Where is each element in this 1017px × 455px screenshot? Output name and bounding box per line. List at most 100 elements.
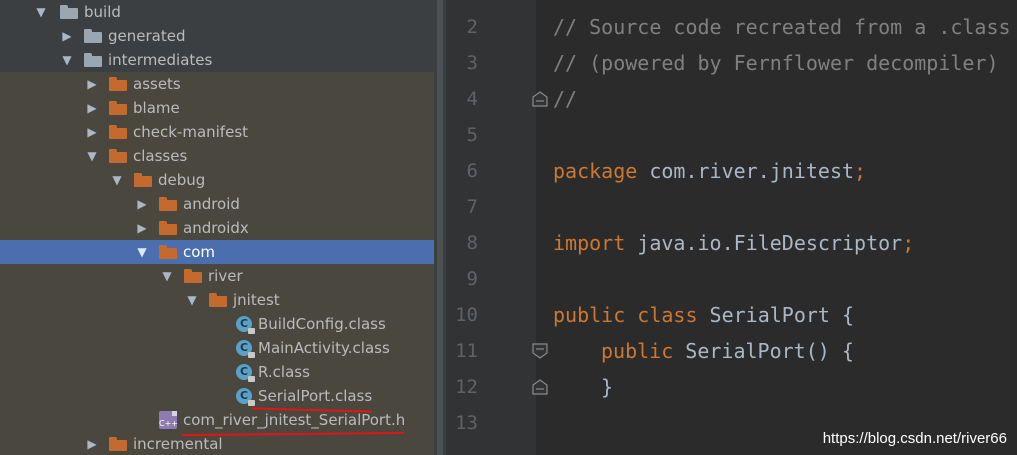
tree-item-label: intermediates: [108, 51, 213, 69]
tree-item-jnitest[interactable]: ▼ jnitest: [0, 288, 434, 312]
tree-item-check-manifest[interactable]: ▶ check-manifest: [0, 120, 434, 144]
tree-item-label: blame: [133, 99, 180, 117]
folder-icon: [159, 221, 177, 235]
tree-item-generated[interactable]: ▶ generated: [0, 24, 434, 48]
tree-item-mainactivity-class[interactable]: C MainActivity.class: [0, 336, 434, 360]
collapse-arrow-icon[interactable]: ▶: [85, 432, 99, 455]
folder-icon: [109, 101, 127, 115]
folder-icon: [60, 5, 78, 19]
code-line: 9: [446, 261, 1017, 297]
folder-icon: [159, 197, 177, 211]
tree-item-label: classes: [133, 147, 188, 165]
expand-arrow-icon[interactable]: ▼: [135, 240, 149, 264]
code-text: import java.io.FileDescriptor;: [553, 231, 915, 255]
tree-item-label: R.class: [258, 363, 310, 381]
tree-item-label: build: [84, 3, 121, 21]
class-icon: C: [236, 364, 255, 382]
folder-icon: [109, 77, 127, 91]
tree-item-build[interactable]: ▼ build: [0, 0, 434, 24]
tree-item-assets[interactable]: ▶ assets: [0, 72, 434, 96]
line-number: 8: [466, 232, 478, 254]
tree-item-r-class[interactable]: C R.class: [0, 360, 434, 384]
line-number: 2: [466, 16, 478, 38]
class-icon: C: [236, 316, 255, 334]
line-number: 4: [466, 88, 478, 110]
expand-arrow-icon[interactable]: ▼: [110, 168, 124, 192]
code-line: 6 package com.river.jnitest;: [446, 153, 1017, 189]
tree-item-label: river: [208, 267, 243, 285]
line-number: 5: [466, 124, 478, 146]
collapse-arrow-icon[interactable]: ▶: [85, 72, 99, 96]
expand-arrow-icon[interactable]: ▼: [34, 0, 48, 24]
line-number: 12: [455, 376, 478, 398]
code-line: 7: [446, 189, 1017, 225]
folder-icon: [209, 293, 227, 307]
collapse-arrow-icon[interactable]: ▶: [85, 96, 99, 120]
code-line: 3 // (powered by Fernflower decompiler): [446, 45, 1017, 81]
code-line: 2 // Source code recreated from a .class: [446, 9, 1017, 45]
folder-icon: [84, 29, 102, 43]
code-editor[interactable]: 2 // Source code recreated from a .class…: [446, 0, 1017, 455]
tree-item-label: check-manifest: [133, 123, 249, 141]
expand-arrow-icon[interactable]: ▼: [60, 48, 74, 72]
line-number: 3: [466, 52, 478, 74]
code-line: 10 public class SerialPort {: [446, 297, 1017, 333]
folder-icon: [109, 125, 127, 139]
panel-splitter[interactable]: [434, 0, 446, 455]
fold-end-icon[interactable]: [532, 91, 548, 107]
lock-icon: [248, 376, 255, 382]
folder-icon: [109, 437, 127, 451]
folder-icon: [109, 149, 127, 163]
tree-item-river[interactable]: ▼ river: [0, 264, 434, 288]
code-text: public class SerialPort {: [553, 303, 855, 327]
tree-item-label: com: [183, 243, 216, 261]
tree-item-classes[interactable]: ▼ classes: [0, 144, 434, 168]
tree-item-android[interactable]: ▶ android: [0, 192, 434, 216]
tree-item-label: generated: [108, 27, 186, 45]
tree-item-debug[interactable]: ▼ debug: [0, 168, 434, 192]
code-line: 4 //: [446, 81, 1017, 117]
tree-item-label: MainActivity.class: [258, 339, 390, 357]
tree-item-blame[interactable]: ▶ blame: [0, 96, 434, 120]
cpp-header-icon: C++: [159, 411, 178, 429]
collapse-arrow-icon[interactable]: ▶: [135, 192, 149, 216]
line-number: 6: [466, 160, 478, 182]
folder-icon: [184, 269, 202, 283]
expand-arrow-icon[interactable]: ▼: [185, 288, 199, 312]
tree-item-androidx[interactable]: ▶ androidx: [0, 216, 434, 240]
watermark: https://blog.csdn.net/river66: [822, 430, 1007, 447]
line-number: 10: [455, 304, 478, 326]
tree-item-label: BuildConfig.class: [258, 315, 386, 333]
lock-icon: [248, 400, 255, 406]
tree-item-label: assets: [133, 75, 181, 93]
tree-item-buildconfig-class[interactable]: C BuildConfig.class: [0, 312, 434, 336]
tree-item-serialport-class[interactable]: C SerialPort.class: [0, 384, 434, 408]
class-icon: C: [236, 340, 255, 358]
tree-item-intermediates[interactable]: ▼ intermediates: [0, 48, 434, 72]
code-line: 5: [446, 117, 1017, 153]
line-number: 11: [455, 340, 478, 362]
code-text: package com.river.jnitest;: [553, 159, 867, 183]
code-text: }: [601, 375, 614, 399]
fold-end-icon[interactable]: [532, 379, 548, 395]
code-line: 11 public SerialPort() {: [446, 333, 1017, 369]
expand-arrow-icon[interactable]: ▼: [160, 264, 174, 288]
tree-item-label: android: [183, 195, 240, 213]
code-text: //: [553, 87, 578, 111]
tree-item-label: SerialPort.class: [258, 387, 373, 405]
line-number: 13: [455, 412, 478, 434]
tree-item-label: debug: [158, 171, 206, 189]
collapse-arrow-icon[interactable]: ▶: [85, 120, 99, 144]
collapse-arrow-icon[interactable]: ▶: [60, 24, 74, 48]
project-tree-panel: ▼ build ▶ generated ▼ intermediates ▶ as…: [0, 0, 434, 455]
code-text: public SerialPort() {: [601, 339, 854, 363]
fold-start-icon[interactable]: [532, 343, 548, 359]
expand-arrow-icon[interactable]: ▼: [85, 144, 99, 168]
code-text: // Source code recreated from a .class: [553, 15, 1011, 39]
collapse-arrow-icon[interactable]: ▶: [135, 216, 149, 240]
code-line: 8 import java.io.FileDescriptor;: [446, 225, 1017, 261]
lock-icon: [248, 328, 255, 334]
tree-item-com[interactable]: ▼ com: [0, 240, 434, 264]
code-line: 12 }: [446, 369, 1017, 405]
lock-icon: [248, 352, 255, 358]
